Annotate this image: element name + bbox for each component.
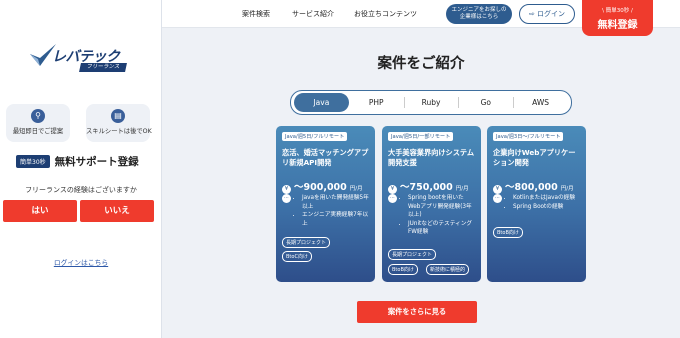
promo-text: 無料サポート登録 — [54, 155, 139, 168]
tag: 新技術に積極的 — [426, 264, 470, 275]
tab-aws[interactable]: AWS — [513, 93, 568, 112]
sidebar: レバテック フリーランス ⚲ 最短即日でご提案 ▤ スキルシートは後でOK 簡単… — [0, 0, 162, 338]
tag: BtoB向け — [493, 227, 523, 238]
yen-icon: ¥ — [282, 185, 291, 194]
tab-php[interactable]: PHP — [349, 93, 404, 112]
skill-icon: ⋯ — [388, 194, 397, 203]
job-badge: Java/週5日/フルリモート — [282, 132, 348, 141]
login-label: ログイン — [537, 10, 566, 18]
job-card[interactable]: Java/週5日/フルリモート 恋活、婚活マッチングアプリ新規API開発 ¥ 〜… — [276, 126, 375, 282]
skill-item: Spring Bootの経験 — [513, 203, 581, 212]
tab-ruby[interactable]: Ruby — [403, 93, 459, 112]
job-price: ¥ 〜900,000 円/月 — [282, 179, 363, 194]
skill-item: JUnitなどのテスティングFW経験 — [408, 220, 476, 237]
for-companies-button[interactable]: エンジニアをお探しの 企業様はこちら — [446, 4, 512, 24]
job-card[interactable]: Java/週5日/一部リモート 大手美容業界向けシステム開発支援 ¥ 〜750,… — [382, 126, 481, 282]
header: 案件検索 サービス紹介 お役立ちコンテンツ エンジニアをお探しの 企業様はこちら… — [162, 0, 680, 36]
job-badge: Java/週5日/一部リモート — [388, 132, 454, 141]
for-companies-line2: 企業様はこちら — [459, 14, 499, 20]
job-title: 恋活、婚活マッチングアプリ新規API開発 — [282, 148, 369, 167]
feature-fast-proposal: ⚲ 最短即日でご提案 — [6, 104, 70, 142]
section-title: 案件をご紹介 — [377, 56, 465, 72]
tab-java[interactable]: Java — [294, 93, 349, 112]
login-link[interactable]: ログインはこちら — [0, 257, 162, 267]
skill-list: KotlinまたはJavaの経験 Spring Bootの経験 — [505, 194, 581, 211]
promo: 簡単30秒 無料サポート登録 — [16, 154, 139, 168]
skill-item: Spring bootを用いたWebアプリ開発経験(3年以上) — [408, 194, 476, 220]
no-button[interactable]: いいえ — [80, 200, 154, 222]
tag: BtoC向け — [282, 251, 312, 262]
skill-item: Javaを用いた開発経験5年以上 — [302, 194, 370, 211]
promo-badge: 簡単30秒 — [16, 154, 50, 168]
yen-icon: ¥ — [388, 185, 397, 194]
skill-list: Javaを用いた開発経験5年以上 エンジニア実務経験7年以上 — [294, 194, 370, 228]
nav-service[interactable]: サービス紹介 — [292, 9, 334, 19]
price-unit: 円/月 — [455, 186, 469, 192]
skill-icon: ⋯ — [282, 194, 291, 203]
job-price: ¥ 〜750,000 円/月 — [388, 179, 469, 194]
tag: 長期プロジェクト — [282, 237, 331, 248]
free-register-button[interactable]: \ 簡単30秒 / 無料登録 — [582, 0, 653, 36]
search-icon: ⚲ — [31, 109, 45, 123]
nav-contents[interactable]: お役立ちコンテンツ — [354, 9, 417, 19]
price-unit: 円/月 — [349, 186, 363, 192]
skill-item: KotlinまたはJavaの経験 — [513, 194, 581, 203]
language-tabs: Java PHP Ruby Go AWS — [290, 90, 572, 115]
yes-button[interactable]: はい — [3, 200, 77, 222]
logo-sub: フリーランス — [79, 63, 127, 72]
job-badge: Java/週3日〜/フルリモート — [493, 132, 564, 141]
free-register-label: 無料登録 — [597, 20, 638, 31]
feature-label: スキルシートは後でOK — [86, 128, 152, 135]
skill-list: Spring bootを用いたWebアプリ開発経験(3年以上) JUnitなどの… — [400, 194, 476, 237]
skill-item: エンジニア実務経験7年以上 — [302, 211, 370, 228]
job-price: ¥ 〜800,000 円/月 — [493, 179, 574, 194]
feature-skill-sheet: ▤ スキルシートは後でOK — [86, 104, 152, 142]
see-more-jobs-button[interactable]: 案件をさらに見る — [357, 301, 477, 323]
for-companies-line1: エンジニアをお探しの — [451, 7, 507, 13]
price-value: 〜900,000 — [294, 182, 347, 193]
skill-icon: ⋯ — [493, 194, 502, 203]
login-icon: ⇨ — [528, 10, 535, 18]
job-title: 企業向けWebアプリケーション開発 — [493, 148, 576, 167]
tag: 長期プロジェクト — [388, 249, 437, 260]
job-title: 大手美容業界向けシステム開発支援 — [388, 148, 475, 167]
free-register-sub: \ 簡単30秒 / — [602, 8, 633, 14]
document-icon: ▤ — [111, 109, 125, 123]
job-card[interactable]: Java/週3日〜/フルリモート 企業向けWebアプリケーション開発 ¥ 〜80… — [487, 126, 586, 282]
price-value: 〜750,000 — [400, 182, 453, 193]
login-button[interactable]: ⇨ ログイン — [519, 4, 575, 24]
yen-icon: ¥ — [493, 185, 502, 194]
logo[interactable]: レバテック フリーランス — [30, 44, 134, 74]
feature-label: 最短即日でご提案 — [12, 128, 64, 135]
tab-go[interactable]: Go — [458, 93, 513, 112]
price-unit: 円/月 — [560, 186, 574, 192]
nav-job-search[interactable]: 案件検索 — [242, 9, 270, 19]
tag: BtoB向け — [388, 264, 418, 275]
price-value: 〜800,000 — [505, 182, 558, 193]
experience-question: フリーランスの経験はございますか — [25, 186, 137, 194]
